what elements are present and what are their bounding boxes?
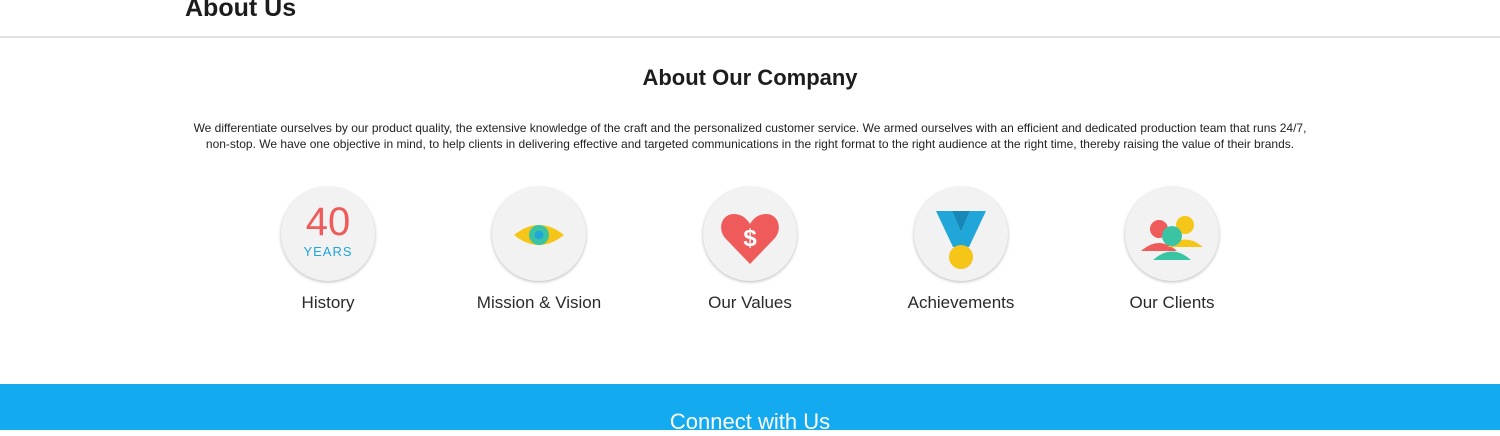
feature-achievements[interactable]: Achievements: [871, 187, 1051, 313]
feature-our-clients[interactable]: Our Clients: [1082, 187, 1262, 313]
connect-title: Connect with Us: [669, 409, 831, 434]
page-header: About Us: [0, 0, 1500, 38]
feature-achievements-label: Achievements: [907, 293, 1015, 312]
feature-list: 40 YEARS History Mission & Vision $ Our …: [0, 187, 1500, 327]
feature-mission-vision[interactable]: Mission & Vision: [449, 187, 629, 313]
company-description: We differentiate ourselves by our produc…: [193, 121, 1307, 151]
connect-section: Connect with Us: [0, 384, 1500, 434]
feature-history[interactable]: 40 YEARS History: [238, 187, 418, 313]
history-badge: 40 YEARS: [281, 187, 375, 281]
section-title: About Our Company: [642, 65, 858, 90]
heart-dollar-icon: $: [703, 187, 797, 281]
feature-our-values[interactable]: $ Our Values: [660, 187, 840, 313]
years-count: 40: [305, 200, 351, 244]
feature-history-label: History: [301, 293, 355, 312]
feature-our-values-label: Our Values: [708, 293, 792, 312]
feature-mission-vision-label: Mission & Vision: [476, 293, 602, 312]
feature-our-clients-label: Our Clients: [1129, 293, 1215, 312]
medal-icon: [914, 187, 1008, 281]
page-title: About Us: [185, 0, 297, 22]
years-unit: YEARS: [303, 244, 353, 259]
svg-text:$: $: [743, 225, 757, 252]
people-group-icon: [1125, 187, 1219, 281]
eye-icon: [492, 187, 586, 281]
